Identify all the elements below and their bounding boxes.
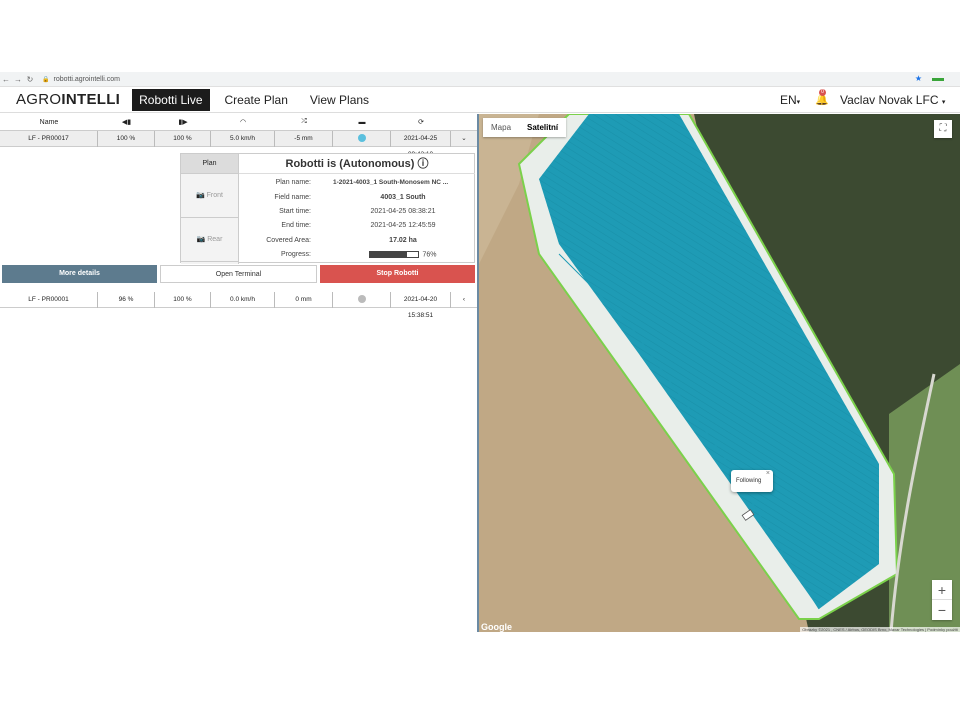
- table-header: Name ◀▮ ▮▶ ◠ ⤮ ▬ ⟳: [0, 114, 477, 131]
- action-buttons: More details Open Terminal Stop Robotti: [2, 265, 475, 285]
- reload-icon[interactable]: ↻: [24, 75, 36, 84]
- depth-value: 0 mm: [275, 291, 333, 308]
- url-text: robotti.agrointelli.com: [53, 75, 121, 83]
- address-bar[interactable]: 🔒 robotti.agrointelli.com: [42, 76, 120, 83]
- browser-toolbar: ← → ↻ 🔒 robotti.agrointelli.com ★: [0, 72, 960, 87]
- tab-rear[interactable]: 📷 Rear: [181, 218, 238, 262]
- satellite-map[interactable]: Mapa Satelitní ⛶ Following × + − Google …: [479, 114, 960, 632]
- table-row[interactable]: LF - PR00001 96 % 100 % 0.0 km/h 0 mm 20…: [0, 291, 477, 319]
- fullscreen-icon[interactable]: ⛶: [934, 120, 952, 138]
- column-name: Name: [39, 118, 59, 126]
- shuffle-icon: ⤮: [301, 118, 307, 125]
- bookmark-star-icon[interactable]: ★: [915, 74, 922, 83]
- app-header: AGROINTELLI Robotti Live Create Plan Vie…: [0, 87, 960, 113]
- speed-value: 5.0 km/h: [211, 130, 275, 147]
- status-dot-icon: [357, 294, 366, 303]
- camera-icon: 📷: [196, 236, 206, 243]
- close-icon[interactable]: ×: [766, 463, 770, 485]
- forward-icon[interactable]: →: [12, 75, 24, 84]
- notification-count-badge: 0: [819, 89, 826, 96]
- more-details-button[interactable]: More details: [2, 265, 157, 283]
- fuel-left-value: 100 %: [98, 130, 155, 147]
- robot-list-panel: Name ◀▮ ▮▶ ◠ ⤮ ▬ ⟳ LF - PR00017 100 % 10…: [0, 114, 477, 632]
- chevron-left-icon[interactable]: ‹: [451, 292, 477, 308]
- detail-title: Robotti is (Autonomous) ⓘ: [239, 154, 475, 174]
- map-imagery: [479, 114, 960, 632]
- timestamp: 2021-04-20 15:38:51: [391, 291, 451, 319]
- tab-front[interactable]: 📷 Front: [181, 174, 238, 218]
- zoom-out-button[interactable]: −: [932, 600, 952, 620]
- open-terminal-button[interactable]: Open Terminal: [160, 265, 317, 283]
- user-menu[interactable]: Vaclav Novak LFC ▾: [840, 93, 945, 107]
- zoom-in-button[interactable]: +: [932, 580, 952, 600]
- tab-create-plan[interactable]: Create Plan: [218, 89, 295, 111]
- extension-icon[interactable]: [932, 78, 944, 81]
- speed-value: 0.0 km/h: [211, 291, 275, 308]
- refresh-icon: ⟳: [418, 119, 424, 126]
- detail-tabs: Plan 📷 Front 📷 Rear: [181, 154, 239, 264]
- fuel-right-value: 100 %: [155, 130, 211, 147]
- plan-detail-card: Plan 📷 Front 📷 Rear Robotti is (Autonomo…: [180, 153, 475, 264]
- tab-plan[interactable]: Plan: [181, 154, 238, 174]
- robot-name: LF - PR00001: [0, 291, 98, 308]
- progress-percent: 76%: [422, 251, 437, 259]
- fuel-left-icon: ◀▮: [121, 119, 132, 126]
- following-popup: Following ×: [731, 470, 773, 492]
- lock-icon: 🔒: [42, 76, 50, 83]
- tab-robotti-live[interactable]: Robotti Live: [132, 88, 210, 111]
- speedometer-icon: ◠: [239, 119, 247, 126]
- robot-name: LF - PR00017: [0, 130, 98, 147]
- status-dot-icon: [357, 133, 366, 142]
- agrointelli-logo[interactable]: AGROINTELLI: [16, 91, 120, 108]
- depth-value: -5 mm: [275, 130, 333, 147]
- info-icon[interactable]: ⓘ: [417, 158, 428, 170]
- map-type-satellite[interactable]: Satelitní: [519, 118, 566, 137]
- fuel-icon: ▮▶: [178, 119, 188, 126]
- monitor-icon: ▬: [358, 118, 366, 126]
- app-window: ← → ↻ 🔒 robotti.agrointelli.com ★ AGROIN…: [0, 72, 960, 632]
- google-logo: Google: [481, 622, 512, 632]
- progress-bar: [369, 251, 420, 258]
- chevron-down-icon[interactable]: ⌄: [451, 131, 477, 147]
- stop-robotti-button[interactable]: Stop Robotti: [320, 265, 475, 283]
- notification-bell-icon[interactable]: 🔔 0: [815, 89, 829, 106]
- back-icon[interactable]: ←: [0, 75, 12, 84]
- zoom-control: + −: [932, 580, 952, 620]
- camera-icon: 📷: [195, 192, 205, 199]
- map-type-mapa[interactable]: Mapa: [483, 118, 519, 137]
- fuel-left-value: 96 %: [98, 291, 155, 308]
- tab-view-plans[interactable]: View Plans: [303, 89, 376, 111]
- fuel-right-value: 100 %: [155, 291, 211, 308]
- map-type-toggle: Mapa Satelitní: [483, 118, 567, 137]
- map-copyright[interactable]: Obrázky ©2021 , CNES / Airbus, GEODIS Br…: [800, 627, 960, 632]
- language-dropdown[interactable]: EN▾: [780, 93, 800, 107]
- timestamp: 2021-04-25 09:42:10: [391, 130, 451, 158]
- table-row[interactable]: LF - PR00017 100 % 100 % 5.0 km/h -5 mm …: [0, 130, 477, 158]
